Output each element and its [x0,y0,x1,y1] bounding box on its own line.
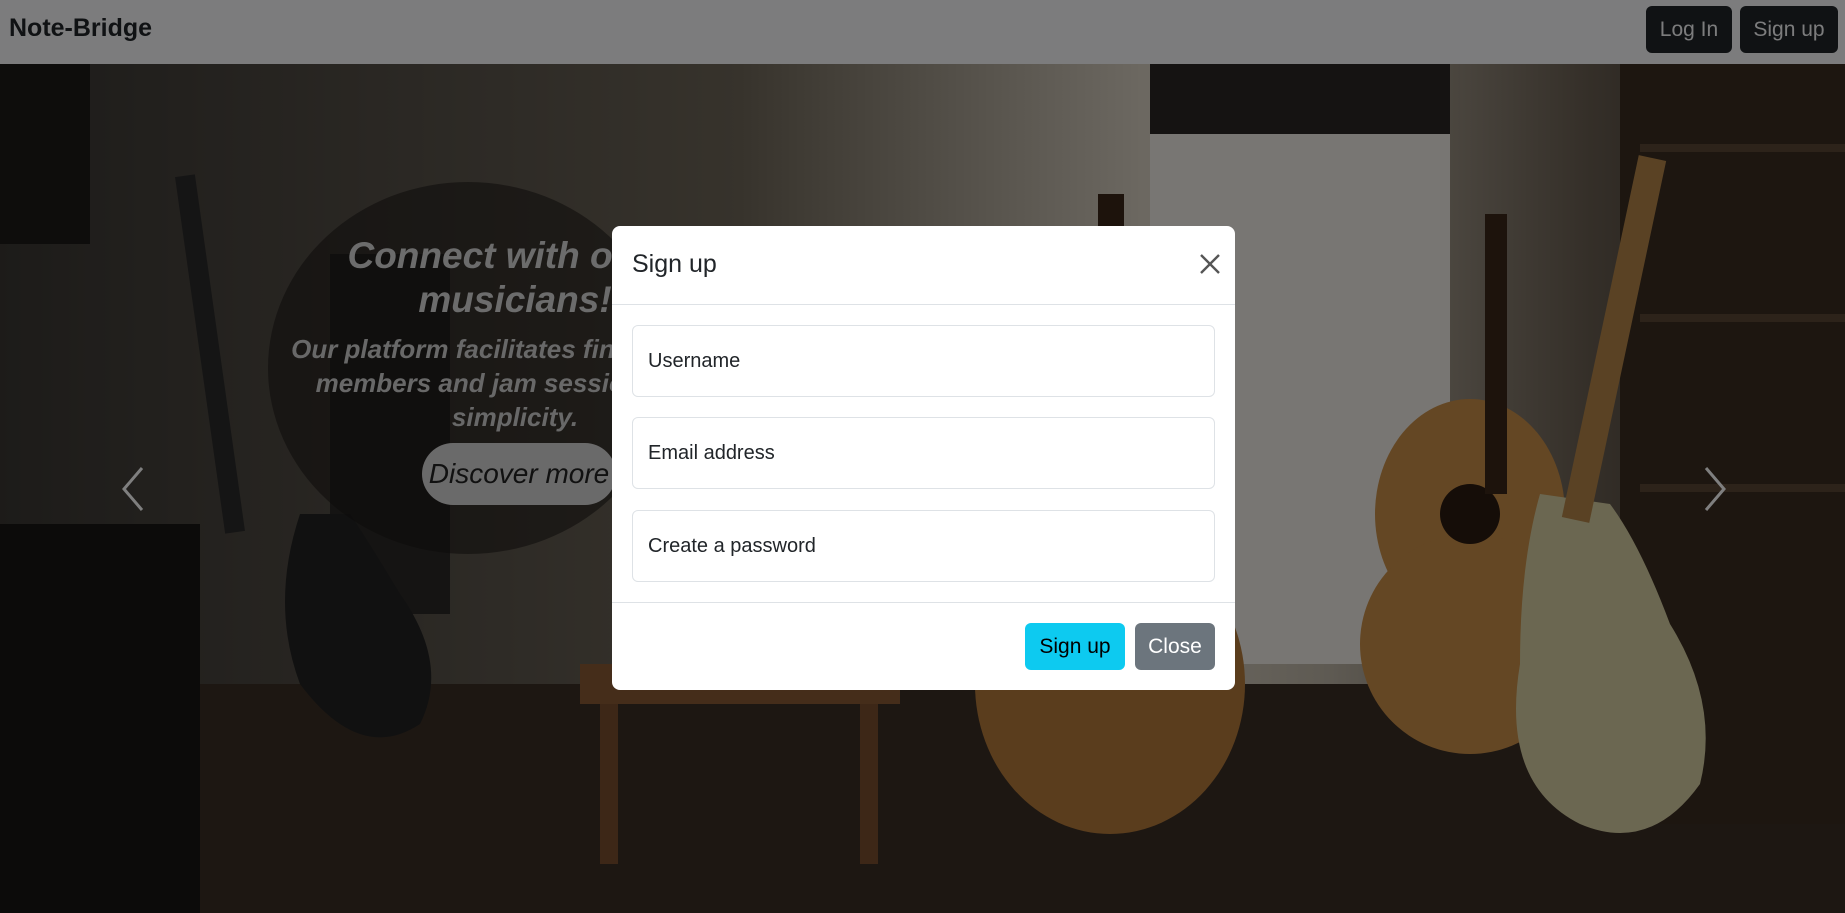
signup-modal: Sign up Username Email address Create a … [612,226,1235,690]
modal-title: Sign up [632,250,717,278]
signup-submit-button[interactable]: Sign up [1025,623,1125,670]
email-field[interactable]: Email address [632,417,1215,489]
password-field[interactable]: Create a password [632,510,1215,582]
username-field[interactable]: Username [632,325,1215,397]
close-icon[interactable] [1192,246,1228,282]
modal-header: Sign up [612,226,1235,305]
close-button[interactable]: Close [1135,623,1215,670]
